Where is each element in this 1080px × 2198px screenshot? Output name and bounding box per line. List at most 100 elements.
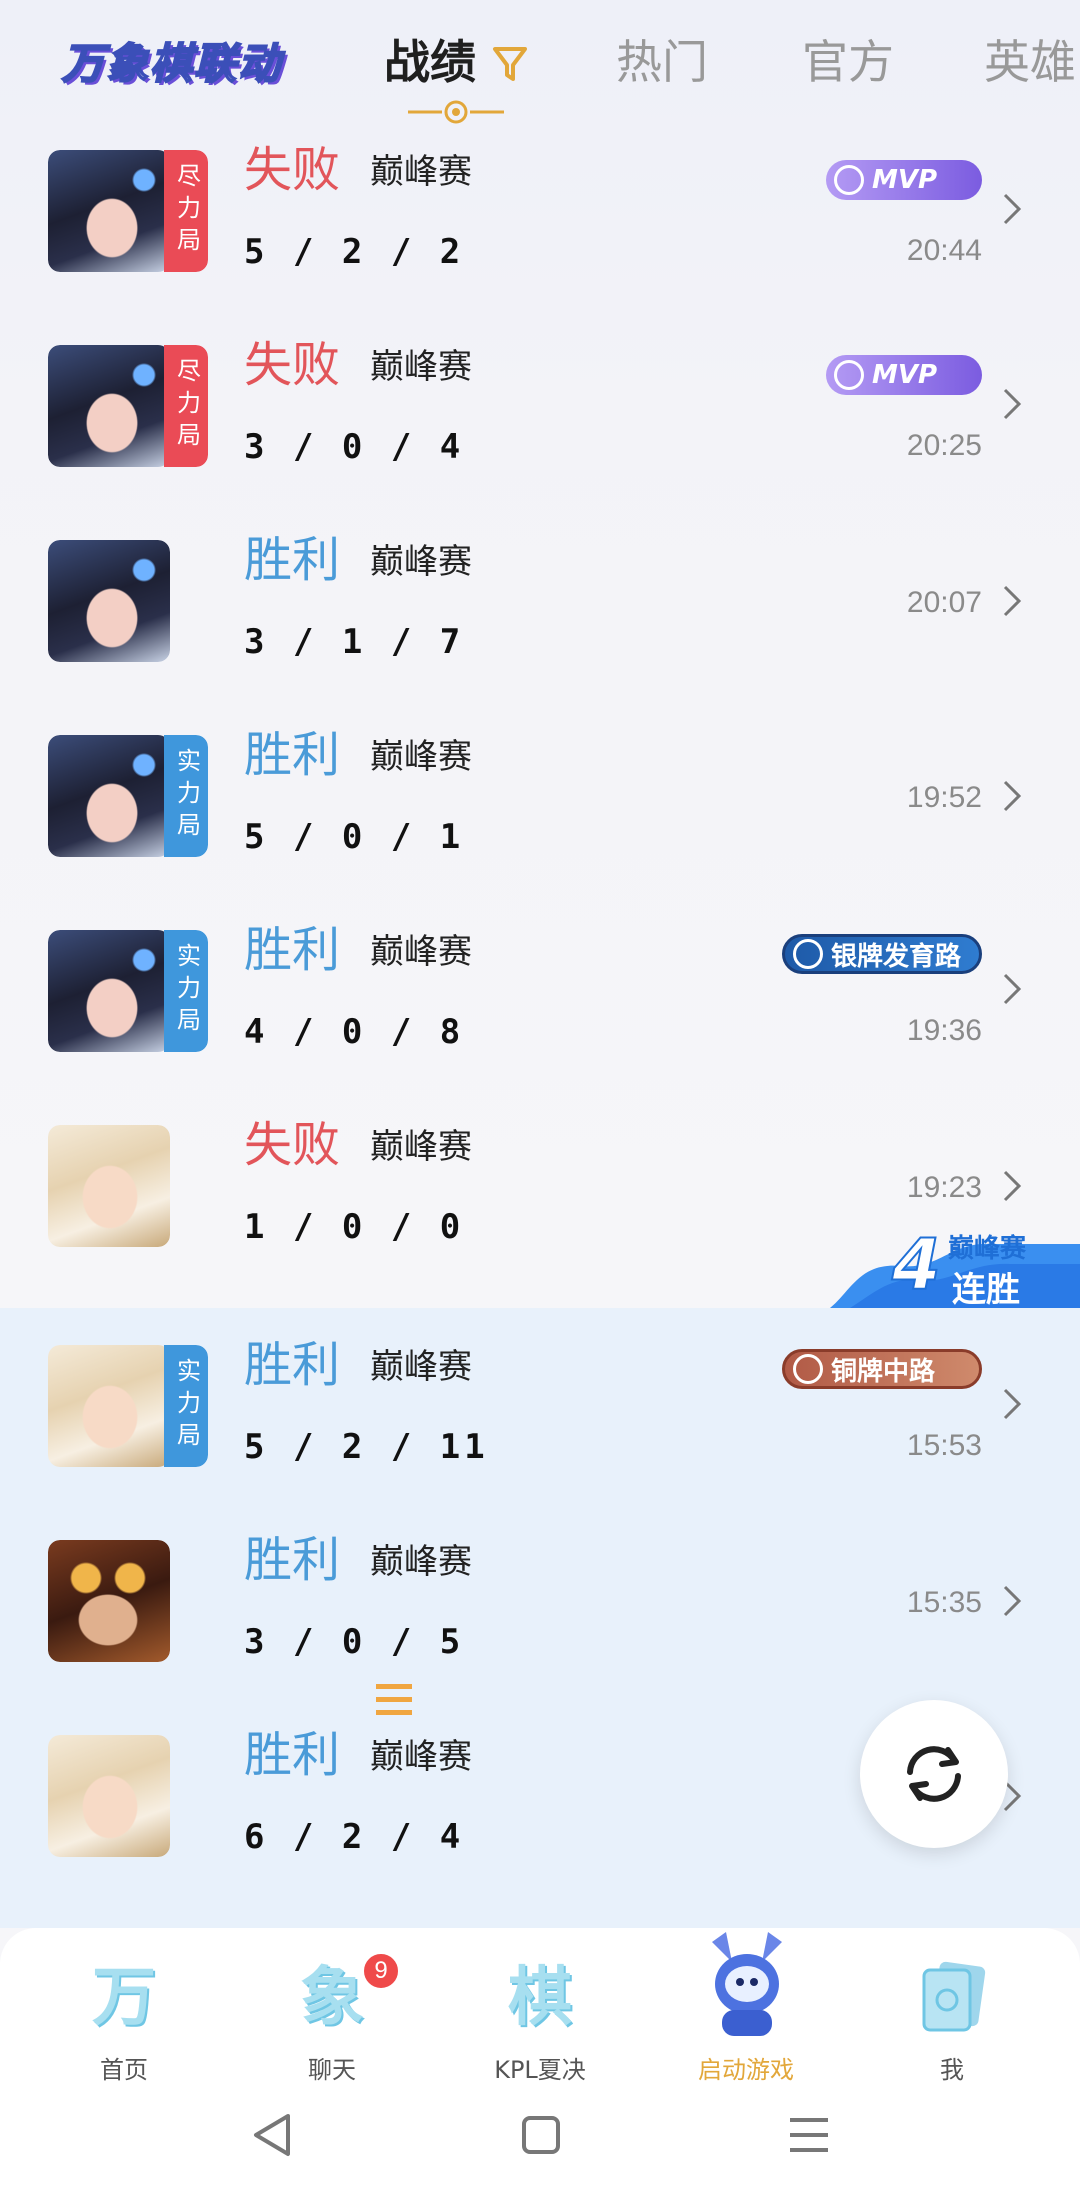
match-result: 失败 [244, 337, 341, 393]
match-tag: 尽力局 [164, 150, 208, 272]
match-tag: 实力局 [164, 930, 208, 1052]
hero-portrait [48, 1735, 170, 1857]
match-result: 胜利 [244, 1337, 341, 1393]
menu-lines-icon[interactable] [788, 2116, 830, 2154]
match-time: 15:35 [906, 1586, 982, 1619]
streak-mode: 巅峰赛 [948, 1234, 1027, 1264]
win-streak-banner: 4 巅峰赛 连胜 [830, 1222, 1080, 1310]
match-row[interactable]: 实力局 胜利 巅峰赛 5 / 0 / 1 19:52 [0, 715, 1080, 910]
match-result: 胜利 [244, 532, 341, 588]
nav-label: 启动游戏 [698, 2056, 794, 2084]
tab-hot[interactable]: 热门 [616, 30, 708, 94]
chess-glyph-icon: 棋 [508, 1960, 572, 2035]
hero-avatar: 实力局 [48, 930, 208, 1052]
chevron-right-icon [1003, 585, 1022, 617]
match-result: 胜利 [244, 727, 341, 783]
hero-portrait [48, 345, 170, 467]
match-time: 15:53 [906, 1429, 982, 1462]
unread-badge: 9 [362, 1952, 400, 1990]
refresh-icon [907, 1746, 961, 1802]
match-kda: 1 / 0 / 0 [244, 1207, 465, 1247]
trophy-icon [834, 165, 864, 195]
match-mode: 巅峰赛 [370, 932, 472, 972]
hero-avatar: 实力局 [48, 735, 208, 857]
tab-official[interactable]: 官方 [802, 30, 894, 94]
hero-portrait [48, 930, 170, 1052]
match-mode: 巅峰赛 [370, 152, 472, 192]
tab-hero[interactable]: 英雄 [984, 30, 1076, 94]
refresh-button[interactable] [860, 1700, 1008, 1848]
match-kda: 5 / 0 / 1 [244, 817, 465, 857]
match-row[interactable]: 胜利 巅峰赛 3 / 0 / 5 15:35 [0, 1520, 1080, 1715]
nav-label: 聊天 [308, 2056, 356, 2084]
card-stack-icon [922, 1961, 986, 2032]
match-row[interactable]: 尽力局 失败 巅峰赛 3 / 0 / 4 MVP 20:25 [0, 325, 1080, 520]
match-row[interactable]: 胜利 巅峰赛 3 / 1 / 7 20:07 [0, 520, 1080, 715]
match-result: 失败 [244, 1117, 341, 1173]
match-tag: 实力局 [164, 1345, 208, 1467]
hero-avatar: 尽力局 [48, 345, 208, 467]
match-tag: 实力局 [164, 735, 208, 857]
match-mode: 巅峰赛 [370, 1737, 472, 1777]
match-row[interactable]: 尽力局 失败 巅峰赛 5 / 2 / 2 MVP 20:44 [0, 130, 1080, 325]
home-square-icon[interactable] [520, 2114, 562, 2156]
match-kda: 4 / 0 / 8 [244, 1012, 465, 1052]
top-tab-bar: 万象棋联动 战绩 热门 官方 英雄 [0, 0, 1080, 130]
app-logo: 万象棋联动 [61, 38, 283, 89]
bronze-lane-badge: 铜牌中路 [782, 1349, 982, 1389]
nav-label: 首页 [100, 2056, 148, 2084]
home-glyph-icon: 万 [92, 1960, 156, 2035]
hero-portrait [48, 540, 170, 662]
match-mode: 巅峰赛 [370, 737, 472, 777]
match-mode: 巅峰赛 [370, 347, 472, 387]
match-time: 19:23 [906, 1171, 982, 1204]
match-mode: 巅峰赛 [370, 1347, 472, 1387]
streak-label: 连胜 [952, 1270, 1020, 1310]
chat-glyph-icon: 象 [300, 1960, 364, 2035]
mvp-badge: MVP [826, 160, 982, 200]
chevron-right-icon [1003, 1585, 1022, 1617]
nav-label: 我 [940, 2056, 964, 2084]
chevron-right-icon [1003, 1170, 1022, 1202]
nav-chat[interactable]: 象 9 聊天 [252, 1952, 412, 2102]
system-nav-bar [0, 2090, 1080, 2180]
nav-label: KPL夏决 [494, 2056, 586, 2084]
hero-portrait [48, 735, 170, 857]
filter-icon[interactable] [492, 45, 528, 85]
match-mode: 巅峰赛 [370, 542, 472, 582]
match-time: 20:44 [906, 234, 982, 267]
nav-me[interactable]: 我 [872, 1952, 1032, 2102]
hero-avatar [48, 540, 170, 662]
trophy-icon [834, 360, 864, 390]
mvp-badge: MVP [826, 355, 982, 395]
streak-count: 4 [891, 1223, 942, 1307]
hero-avatar [48, 1125, 170, 1247]
match-kda: 5 / 2 / 2 [244, 232, 465, 272]
chevron-right-icon [1003, 193, 1022, 225]
nav-launch-game[interactable]: 启动游戏 [666, 1932, 826, 2102]
match-mode: 巅峰赛 [370, 1542, 472, 1582]
match-result: 胜利 [244, 1727, 341, 1783]
match-kda: 3 / 1 / 7 [244, 622, 465, 662]
match-mode: 巅峰赛 [370, 1127, 472, 1167]
hero-avatar: 尽力局 [48, 150, 208, 272]
lane-icon [793, 939, 823, 969]
hero-portrait [48, 1540, 170, 1662]
back-triangle-icon[interactable] [250, 2112, 294, 2158]
match-row[interactable]: 实力局 胜利 巅峰赛 4 / 0 / 8 银牌发育路 19:36 [0, 910, 1080, 1105]
match-kda: 3 / 0 / 5 [244, 1622, 465, 1662]
match-time: 20:25 [906, 429, 982, 462]
match-kda: 3 / 0 / 4 [244, 427, 465, 467]
match-kda: 5 / 2 / 11 [244, 1427, 489, 1467]
nav-kpl[interactable]: 棋 KPL夏决 [460, 1952, 620, 2102]
match-kda: 6 / 2 / 4 [244, 1817, 465, 1857]
lane-icon [793, 1354, 823, 1384]
hero-portrait [48, 1125, 170, 1247]
tab-records[interactable]: 战绩 [384, 30, 476, 94]
match-result: 胜利 [244, 922, 341, 978]
silver-lane-badge: 银牌发育路 [782, 934, 982, 974]
nav-home[interactable]: 万 首页 [44, 1952, 204, 2102]
match-time: 19:36 [906, 1014, 982, 1047]
chevron-right-icon [1003, 780, 1022, 812]
match-row[interactable]: 实力局 胜利 巅峰赛 5 / 2 / 11 铜牌中路 15:53 [0, 1325, 1080, 1520]
